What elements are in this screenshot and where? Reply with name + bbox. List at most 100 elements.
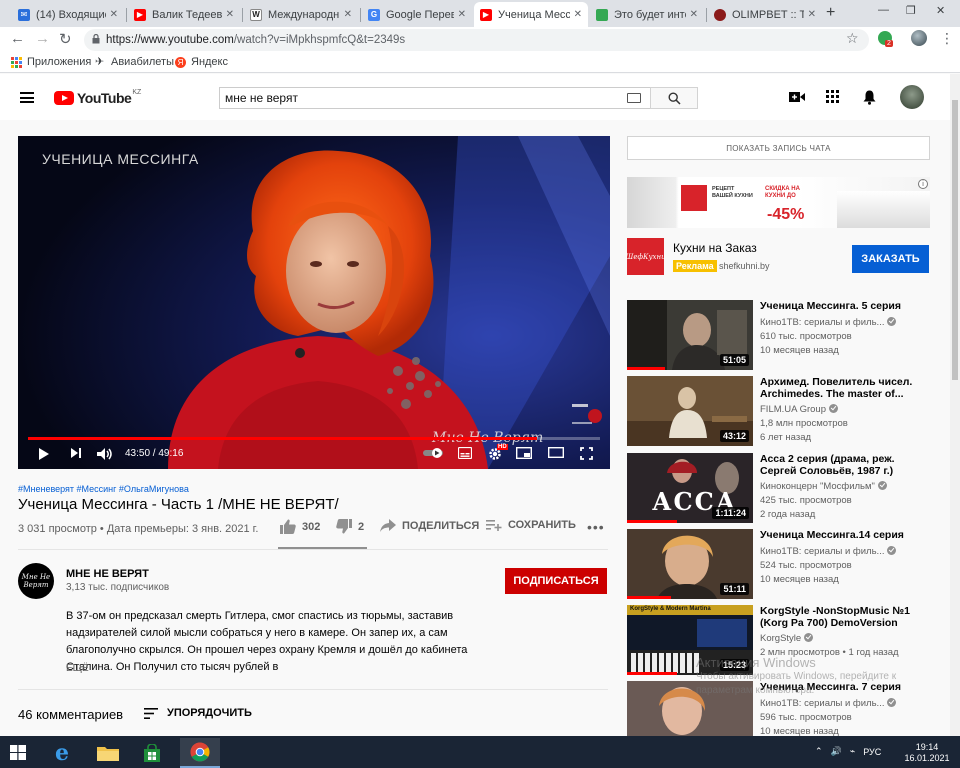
bookmark-aviabilety[interactable]: ✈ Авиабилеты xyxy=(95,56,174,68)
fullscreen-icon[interactable] xyxy=(580,447,593,460)
browser-tab-inbox[interactable]: ✉ (14) Входящие - ✕ xyxy=(12,2,124,27)
window-close-icon[interactable]: ✕ xyxy=(936,4,945,17)
channel-name[interactable]: МНЕ НЕ ВЕРЯТ xyxy=(66,568,149,580)
notifications-bell-icon[interactable] xyxy=(863,90,876,105)
back-arrow-icon[interactable]: ← xyxy=(10,30,25,47)
browser-tab-valik[interactable]: ▶ Валик Тедеев - Г ✕ xyxy=(128,2,240,27)
browser-menu-icon[interactable]: ⋮ xyxy=(940,30,954,47)
taskbar-internet-explorer[interactable]: e xyxy=(42,738,82,768)
tab-label: (14) Входящие - xyxy=(36,8,106,21)
country-code: KZ xyxy=(132,88,142,96)
restore-icon[interactable]: ❐ xyxy=(906,4,916,17)
taskbar-clock[interactable]: 19:14 16.01.2021 xyxy=(902,742,952,764)
tray-expand-icon[interactable]: ⌃ xyxy=(815,746,823,757)
theater-mode-icon[interactable] xyxy=(548,447,564,458)
comments-count: 46 комментариев xyxy=(18,707,124,722)
video-thumbnail[interactable]: 51:11 xyxy=(627,529,753,599)
taskbar-store[interactable] xyxy=(132,738,172,768)
browser-profile-avatar[interactable] xyxy=(911,30,927,46)
ad-advertiser-logo[interactable]: ШефКухни xyxy=(625,238,666,275)
volume-icon[interactable] xyxy=(96,447,114,461)
video-hashtags[interactable]: #Мненеверят #Мессинг #ОльгаМигунова xyxy=(18,484,189,494)
channel-subscriber-count: 3,13 тыс. подписчиков xyxy=(66,582,170,593)
subscribe-button[interactable]: ПОДПИСАТЬСЯ xyxy=(505,568,607,594)
keyboard-icon[interactable] xyxy=(627,93,641,103)
recommendation-title[interactable]: KorgStyle -NonStopMusic №1 (Korg Pa 700)… xyxy=(760,605,925,629)
more-actions-icon[interactable]: ••• xyxy=(587,519,605,535)
youtube-icon: ▶ xyxy=(134,8,146,21)
search-button[interactable] xyxy=(650,87,698,109)
recommendation-item[interactable]: АССА 1:11:24 Асса 2 серия (драма, реж. С… xyxy=(627,453,930,523)
miniplayer-icon[interactable] xyxy=(516,447,532,459)
recommendation-item[interactable]: 51:11 Ученица Мессинга.14 серия Кино1TB:… xyxy=(627,529,930,599)
thumbnail-caption: KorgStyle & Modern Martina xyxy=(630,606,711,612)
share-button[interactable]: ПОДЕЛИТЬСЯ xyxy=(380,519,479,532)
close-icon[interactable]: ✕ xyxy=(344,9,352,20)
dislike-button[interactable]: 2 xyxy=(336,519,364,534)
network-icon[interactable]: ⌁ xyxy=(850,746,855,757)
video-player[interactable]: УЧЕНИЦА МЕССИНГА Мне Не Верят 43:50 / 49… xyxy=(18,136,610,469)
video-thumbnail[interactable]: 51:05 xyxy=(627,300,753,370)
video-thumbnail[interactable]: АССА 1:11:24 xyxy=(627,453,753,523)
subtitles-icon[interactable] xyxy=(458,447,472,459)
ad-info-icon[interactable]: i xyxy=(918,179,928,189)
close-icon[interactable]: ✕ xyxy=(226,9,234,20)
apps-icon[interactable] xyxy=(826,90,839,103)
windows-start-icon[interactable] xyxy=(10,745,26,760)
forward-arrow-icon[interactable]: → xyxy=(35,30,50,47)
reload-icon[interactable]: ↻ xyxy=(59,30,72,48)
language-indicator[interactable]: РУС xyxy=(863,747,881,757)
video-thumbnail[interactable]: 43:12 xyxy=(627,376,753,446)
translate-icon: G xyxy=(368,8,380,21)
bookmark-apps[interactable]: Приложения xyxy=(11,56,91,68)
recommendation-item[interactable]: 51:05 Ученица Мессинга. 5 серия Кино1TB:… xyxy=(627,300,930,370)
page-scrollbar-thumb[interactable] xyxy=(952,100,958,380)
show-chat-replay-button[interactable]: ПОКАЗАТЬ ЗАПИСЬ ЧАТА xyxy=(627,136,930,160)
recommendation-title[interactable]: Архимед. Повелитель чисел. Archimedes. T… xyxy=(760,376,925,400)
account-avatar[interactable] xyxy=(900,85,924,109)
url-host: https://www.youtube.com xyxy=(106,34,234,46)
bookmark-star-icon[interactable]: ☆ xyxy=(846,30,859,47)
save-button[interactable]: СОХРАНИТЬ xyxy=(486,519,576,531)
hd-badge: HD xyxy=(497,444,508,450)
new-tab-button[interactable]: + xyxy=(826,4,835,22)
browser-tab-wikipedia[interactable]: W Международны ✕ xyxy=(244,2,358,27)
close-icon[interactable]: ✕ xyxy=(110,9,118,20)
close-icon[interactable]: ✕ xyxy=(574,9,582,20)
like-button[interactable]: 302 xyxy=(280,519,320,534)
guide-menu-icon[interactable] xyxy=(20,92,34,103)
browser-tab-messing-active[interactable]: ▶ Ученица Месси ✕ xyxy=(474,2,588,27)
recommendation-item[interactable]: 43:12 Архимед. Повелитель чисел. Archime… xyxy=(627,376,930,446)
autoplay-toggle-icon[interactable] xyxy=(422,447,444,459)
recommendation-title[interactable]: Ученица Мессинга.14 серия xyxy=(760,529,925,541)
tab-label: Google Перевод xyxy=(386,8,454,21)
recommendation-title[interactable]: Асса 2 серия (драма, реж. Сергей Соловьё… xyxy=(760,453,925,477)
recommendation-title[interactable]: Ученица Мессинга. 5 серия xyxy=(760,300,925,312)
youtube-logo[interactable]: YouTube KZ xyxy=(54,88,142,106)
channel-avatar[interactable]: Мне Не Верят xyxy=(18,563,54,599)
bookmark-yandex[interactable]: Я Яндекс xyxy=(175,56,228,68)
next-video-icon[interactable] xyxy=(70,447,82,459)
ad-banner-discount: -45% xyxy=(767,206,805,223)
close-icon[interactable]: ✕ xyxy=(458,9,466,20)
browser-tab-olimpbet[interactable]: OLIMPBET :: TEX ✕ xyxy=(708,2,822,27)
close-icon[interactable]: ✕ xyxy=(808,9,816,20)
taskbar-file-explorer[interactable] xyxy=(88,738,128,768)
minimize-icon[interactable]: — xyxy=(878,4,889,16)
browser-tab-interesting[interactable]: Это будет интер ✕ xyxy=(590,2,704,27)
browser-tab-translate[interactable]: G Google Перевод ✕ xyxy=(362,2,472,27)
ad-order-button[interactable]: ЗАКАЗАТЬ xyxy=(852,245,929,273)
taskbar-chrome[interactable] xyxy=(180,738,220,768)
play-icon[interactable] xyxy=(38,447,50,461)
address-bar[interactable]: https://www.youtube.com/watch?v=iMpkhspm… xyxy=(84,29,869,51)
ad-banner-image[interactable]: РЕЦЕПТ ВАШЕЙ КУХНИ СКИДКА НА КУХНИ ДО -4… xyxy=(627,177,930,228)
create-video-icon[interactable] xyxy=(789,90,805,104)
plane-icon: ✈ xyxy=(95,55,105,68)
sort-comments-button[interactable]: УПОРЯДОЧИТЬ xyxy=(144,707,252,719)
speaker-icon[interactable]: 🔊 xyxy=(831,746,842,757)
close-icon[interactable]: ✕ xyxy=(690,9,698,20)
show-more-link[interactable]: ЕЩЁ xyxy=(66,663,89,674)
share-label: ПОДЕЛИТЬСЯ xyxy=(402,519,480,532)
ad-title[interactable]: Кухни на Заказ xyxy=(673,241,757,255)
search-input[interactable]: мне не верят xyxy=(219,87,651,109)
